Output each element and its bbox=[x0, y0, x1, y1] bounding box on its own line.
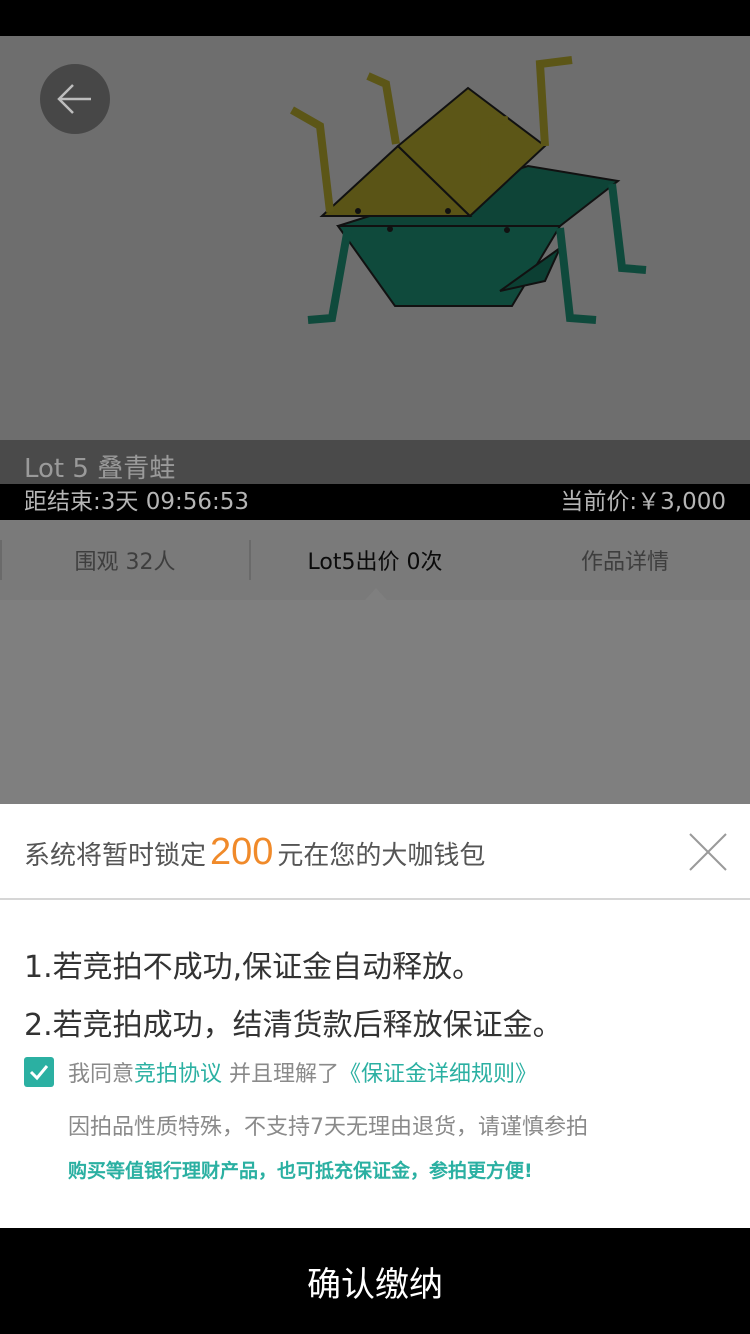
lot-title: Lot 5 叠青蛙 bbox=[24, 454, 176, 484]
lock-prefix: 系统将暂时锁定 bbox=[24, 841, 207, 871]
check-icon bbox=[29, 1065, 49, 1081]
rule-item-1: 1.若竞拍不成功,保证金自动释放。 bbox=[24, 950, 483, 985]
rule-item-2: 2.若竞拍成功，结清货款后释放保证金。 bbox=[24, 1008, 563, 1043]
deposit-sheet: 系统将暂时锁定 200 元在您的大咖钱包 1.若竞拍不成功,保证金自动释放。 2.若… bbox=[0, 804, 750, 1228]
arrow-left-icon bbox=[57, 84, 91, 114]
status-bar bbox=[0, 0, 750, 36]
tab-watchers[interactable]: 围观 32人 bbox=[0, 520, 250, 600]
confirm-pay-button[interactable]: 确认缴纳 bbox=[0, 1228, 750, 1334]
artwork-hero: Lot 5 叠青蛙 距结束:3天 09:56:53 当前价:￥3,000 bbox=[0, 36, 750, 520]
agreement-row: 我同意竞拍协议 并且理解了《保证金详细规则》 bbox=[24, 1057, 537, 1087]
current-price: 当前价:￥3,000 bbox=[560, 489, 726, 515]
auction-agreement-link[interactable]: 竞拍协议 bbox=[134, 1062, 222, 1087]
dimmed-backdrop[interactable] bbox=[0, 600, 750, 804]
agree-middle: 并且理解了 bbox=[222, 1062, 340, 1087]
countdown-timer: 距结束:3天 09:56:53 bbox=[24, 489, 249, 515]
tab-artwork-details[interactable]: 作品详情 bbox=[500, 520, 750, 600]
lock-suffix: 元在您的大咖钱包 bbox=[277, 841, 486, 871]
sheet-header: 系统将暂时锁定 200 元在您的大咖钱包 bbox=[0, 804, 750, 900]
close-icon bbox=[689, 833, 727, 871]
agree-prefix: 我同意 bbox=[68, 1062, 135, 1087]
no-return-note: 因拍品性质特殊，不支持7天无理由退货，请谨慎参拍 bbox=[68, 1115, 588, 1140]
lock-amount-text: 系统将暂时锁定 200 元在您的大咖钱包 bbox=[24, 824, 485, 884]
tab-divider bbox=[0, 540, 2, 580]
close-button[interactable] bbox=[686, 830, 730, 874]
agreement-text: 我同意竞拍协议 并且理解了《保证金详细规则》 bbox=[68, 1056, 537, 1088]
tab-divider bbox=[249, 540, 251, 580]
lock-amount: 200 bbox=[210, 831, 274, 873]
back-button[interactable] bbox=[40, 64, 110, 134]
active-tab-pointer bbox=[365, 588, 387, 600]
finance-product-link[interactable]: 购买等值银行理财产品，也可抵充保证金，参拍更方便! bbox=[68, 1156, 533, 1183]
agree-checkbox[interactable] bbox=[24, 1057, 54, 1087]
deposit-rules-link[interactable]: 《保证金详细规则》 bbox=[339, 1062, 537, 1087]
